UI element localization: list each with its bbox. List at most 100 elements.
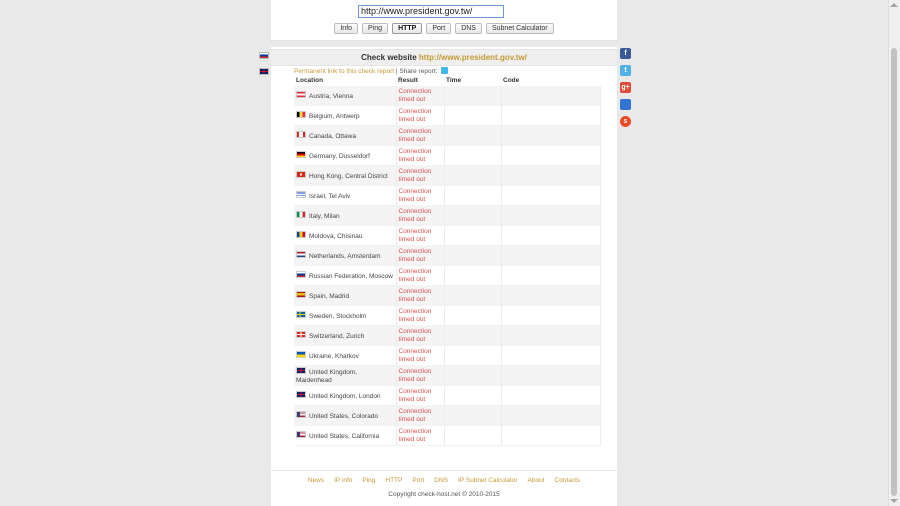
table-row: United Kingdom, London Connection timed o… xyxy=(294,385,601,406)
url-input[interactable] xyxy=(358,5,504,18)
code-cell xyxy=(501,285,601,306)
russian-flag-icon[interactable] xyxy=(259,52,269,59)
location-label: Germany, Dusseldorf xyxy=(309,152,370,160)
result-cell: Connection timed out xyxy=(396,125,445,146)
il-flag-icon xyxy=(296,190,306,198)
time-cell xyxy=(444,325,502,346)
it-flag-icon xyxy=(296,210,306,218)
check-host-link[interactable]: http://www.president.gov.tw/ xyxy=(419,53,527,62)
facebook-icon[interactable]: f xyxy=(620,48,631,59)
location-label: Israel, Tel Aviv xyxy=(309,192,351,200)
footer-link-news[interactable]: News xyxy=(308,477,324,484)
location-label: Moldova, Chisinau xyxy=(309,232,363,240)
location-cell: Sweden, Stockholm xyxy=(294,305,397,326)
tab-ping[interactable]: Ping xyxy=(362,23,389,34)
location-label: Russian Federation, Moscow xyxy=(309,272,393,280)
footer-link-ip-info[interactable]: IP info xyxy=(334,477,352,484)
main-panel: Check website http://www.president.gov.t… xyxy=(271,47,617,470)
time-cell xyxy=(444,385,502,406)
results-table: Location Result Time Code Austria, Vienn… xyxy=(294,76,601,446)
check-type-tabs: Info Ping HTTP Port DNS Subnet Calculator xyxy=(271,23,617,34)
location-cell: Hong Kong, Central District xyxy=(294,165,397,186)
time-cell xyxy=(444,405,502,426)
result-cell: Connection timed out xyxy=(396,265,445,286)
social-share-bar: f t g+ s xyxy=(620,48,632,133)
time-cell xyxy=(444,185,502,206)
at-flag-icon xyxy=(296,90,306,98)
table-row: Ukraine, Kharkov Connection timed out xyxy=(294,345,601,366)
table-row: Canada, Ottawa Connection timed out xyxy=(294,125,601,146)
time-cell xyxy=(444,225,502,246)
tab-subnet-calculator[interactable]: Subnet Calculator xyxy=(485,23,554,34)
time-cell xyxy=(444,86,502,106)
footer-link-about[interactable]: About xyxy=(528,477,545,484)
table-row: United Kingdom, Maidenhead Connection tim… xyxy=(294,365,601,386)
result-cell: Connection timed out xyxy=(396,105,445,126)
table-row: Sweden, Stockholm Connection timed out xyxy=(294,305,601,326)
delicious-icon[interactable] xyxy=(620,99,631,110)
scroll-up-arrow-icon[interactable] xyxy=(890,3,898,7)
permalink-link[interactable]: Permanent link to this check report xyxy=(294,68,394,75)
location-label: Sweden, Stockholm xyxy=(309,312,367,320)
twitter-icon[interactable]: t xyxy=(620,65,631,76)
location-cell: Italy, Milan xyxy=(294,205,397,226)
code-cell xyxy=(501,325,601,346)
footer-link-dns[interactable]: DNS xyxy=(434,477,448,484)
table-row: Moldova, Chisinau Connection timed out xyxy=(294,225,601,246)
location-cell: Germany, Dusseldorf xyxy=(294,145,397,166)
scroll-down-arrow-icon[interactable] xyxy=(890,499,898,503)
ua-flag-icon xyxy=(296,350,306,358)
location-cell: United Kingdom, Maidenhead xyxy=(294,365,397,386)
location-cell: Canada, Ottawa xyxy=(294,125,397,146)
time-cell xyxy=(444,165,502,186)
time-cell xyxy=(444,305,502,326)
footer-link-ip-subnet-calculator[interactable]: IP Subnet Calculator xyxy=(458,477,518,484)
location-cell: Israel, Tel Aviv xyxy=(294,185,397,206)
es-flag-icon xyxy=(296,290,306,298)
location-cell: Netherlands, Amsterdam xyxy=(294,245,397,266)
footer-link-contacts[interactable]: Contacts xyxy=(555,477,581,484)
location-cell: Russian Federation, Moscow xyxy=(294,265,397,286)
ru-flag-icon xyxy=(296,270,306,278)
result-cell: Connection timed out xyxy=(396,425,445,446)
footer-link-port[interactable]: Port xyxy=(412,477,424,484)
location-label: Canada, Ottawa xyxy=(309,132,356,140)
code-cell xyxy=(501,305,601,326)
result-cell: Connection timed out xyxy=(396,205,445,226)
table-row: Spain, Madrid Connection timed out xyxy=(294,285,601,306)
code-cell xyxy=(501,245,601,266)
english-flag-icon[interactable] xyxy=(259,68,269,75)
tab-http[interactable]: HTTP xyxy=(392,23,423,34)
tab-dns[interactable]: DNS xyxy=(455,23,482,34)
tab-info[interactable]: Info xyxy=(334,23,359,34)
table-row: Netherlands, Amsterdam Connection timed o… xyxy=(294,245,601,266)
se-flag-icon xyxy=(296,310,306,318)
location-label: Switzerland, Zurich xyxy=(309,332,365,340)
location-cell: Switzerland, Zurich xyxy=(294,325,397,346)
footer-link-http[interactable]: HTTP xyxy=(385,477,402,484)
location-cell: United States, California xyxy=(294,425,397,446)
ca-flag-icon xyxy=(296,130,306,138)
time-cell xyxy=(444,245,502,266)
time-cell xyxy=(444,425,502,446)
time-cell xyxy=(444,285,502,306)
language-switcher xyxy=(259,52,269,84)
footer-link-ping[interactable]: Ping xyxy=(362,477,375,484)
md-flag-icon xyxy=(296,230,306,238)
ch-flag-icon xyxy=(296,330,306,338)
scroll-thumb[interactable] xyxy=(891,48,897,496)
time-cell xyxy=(444,105,502,126)
table-row: Austria, Vienna Connection timed out xyxy=(294,86,601,106)
location-cell: Austria, Vienna xyxy=(294,86,397,106)
stumbleupon-icon[interactable]: s xyxy=(620,116,631,127)
result-cell: Connection timed out xyxy=(396,325,445,346)
tab-port[interactable]: Port xyxy=(426,23,452,34)
location-label: Austria, Vienna xyxy=(309,92,353,100)
table-row: United States, Colorado Connection timed … xyxy=(294,405,601,426)
column-header-code: Code xyxy=(503,77,520,84)
share-twitter-icon[interactable] xyxy=(441,67,449,74)
vertical-scrollbar[interactable] xyxy=(888,0,900,506)
code-cell xyxy=(501,105,601,126)
code-cell xyxy=(501,225,601,246)
google-plus-icon[interactable]: g+ xyxy=(620,82,631,93)
